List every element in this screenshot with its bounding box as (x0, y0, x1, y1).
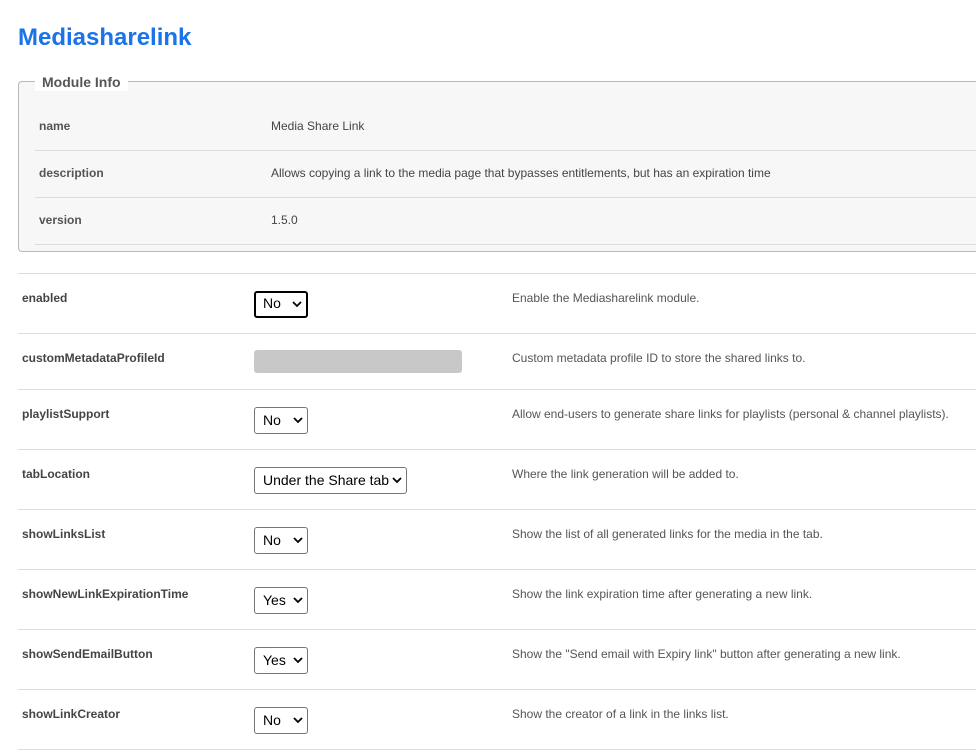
setting-row-playlist-support: playlistSupport No Allow end-users to ge… (18, 389, 976, 450)
info-row-description: description Allows copying a link to the… (35, 150, 976, 198)
setting-name: tabLocation (22, 467, 90, 481)
setting-description: Where the link generation will be added … (512, 467, 739, 481)
setting-description: Show the creator of a link in the links … (512, 707, 729, 721)
select-value: No (263, 295, 281, 311)
info-row-version: version 1.5.0 (35, 197, 976, 245)
setting-description: Allow end-users to generate share links … (512, 407, 949, 421)
setting-row-show-link-creator: showLinkCreator No Show the creator of a… (18, 689, 976, 750)
select-value: No (263, 412, 281, 428)
page-title: Mediasharelink (18, 24, 192, 51)
setting-row-tab-location: tabLocation Under the Share tab Where th… (18, 449, 976, 510)
setting-name: showNewLinkExpirationTime (22, 587, 189, 601)
setting-description: Show the link expiration time after gene… (512, 587, 813, 601)
setting-name: enabled (22, 291, 68, 305)
module-info-legend: Module Info (35, 73, 128, 91)
select-value: Yes (263, 652, 286, 668)
custom-metadata-profile-id-field[interactable] (254, 350, 462, 373)
show-new-link-expiration-time-select[interactable]: Yes (254, 587, 308, 614)
setting-row-show-new-link-expiration-time: showNewLinkExpirationTime Yes Show the l… (18, 569, 976, 630)
playlist-support-select[interactable]: No (254, 407, 308, 434)
info-value: Media Share Link (271, 119, 365, 133)
tab-location-select[interactable]: Under the Share tab (254, 467, 407, 494)
setting-description: Custom metadata profile ID to store the … (512, 351, 806, 365)
select-value: No (263, 532, 281, 548)
show-link-creator-select[interactable]: No (254, 707, 308, 734)
setting-name: showLinkCreator (22, 707, 121, 721)
info-value: 1.5.0 (271, 213, 298, 227)
show-send-email-button-select[interactable]: Yes (254, 647, 308, 674)
info-row-name: name Media Share Link (35, 103, 976, 151)
info-value: Allows copying a link to the media page … (271, 166, 771, 180)
info-key: name (39, 119, 71, 133)
select-value: Yes (263, 592, 286, 608)
select-value: No (263, 712, 281, 728)
select-value: Under the Share tab (263, 472, 390, 488)
show-links-list-select[interactable]: No (254, 527, 308, 554)
info-key: version (39, 213, 82, 227)
setting-row-enabled: enabled No Enable the Mediasharelink mod… (18, 273, 976, 334)
setting-row-custom-metadata-profile-id: customMetadataProfileId Custom metadata … (18, 333, 976, 390)
setting-name: showLinksList (22, 527, 106, 541)
enabled-select[interactable]: No (254, 291, 308, 318)
setting-name: playlistSupport (22, 407, 110, 421)
setting-name: customMetadataProfileId (22, 351, 165, 365)
setting-description: Enable the Mediasharelink module. (512, 291, 700, 305)
setting-row-show-send-email-button: showSendEmailButton Yes Show the "Send e… (18, 629, 976, 690)
setting-description: Show the list of all generated links for… (512, 527, 823, 541)
info-key: description (39, 166, 104, 180)
setting-row-show-links-list: showLinksList No Show the list of all ge… (18, 509, 976, 570)
module-info-panel: Module Info name Media Share Link descri… (18, 73, 976, 252)
setting-name: showSendEmailButton (22, 647, 153, 661)
divider (18, 749, 976, 750)
setting-description: Show the "Send email with Expiry link" b… (512, 647, 901, 661)
